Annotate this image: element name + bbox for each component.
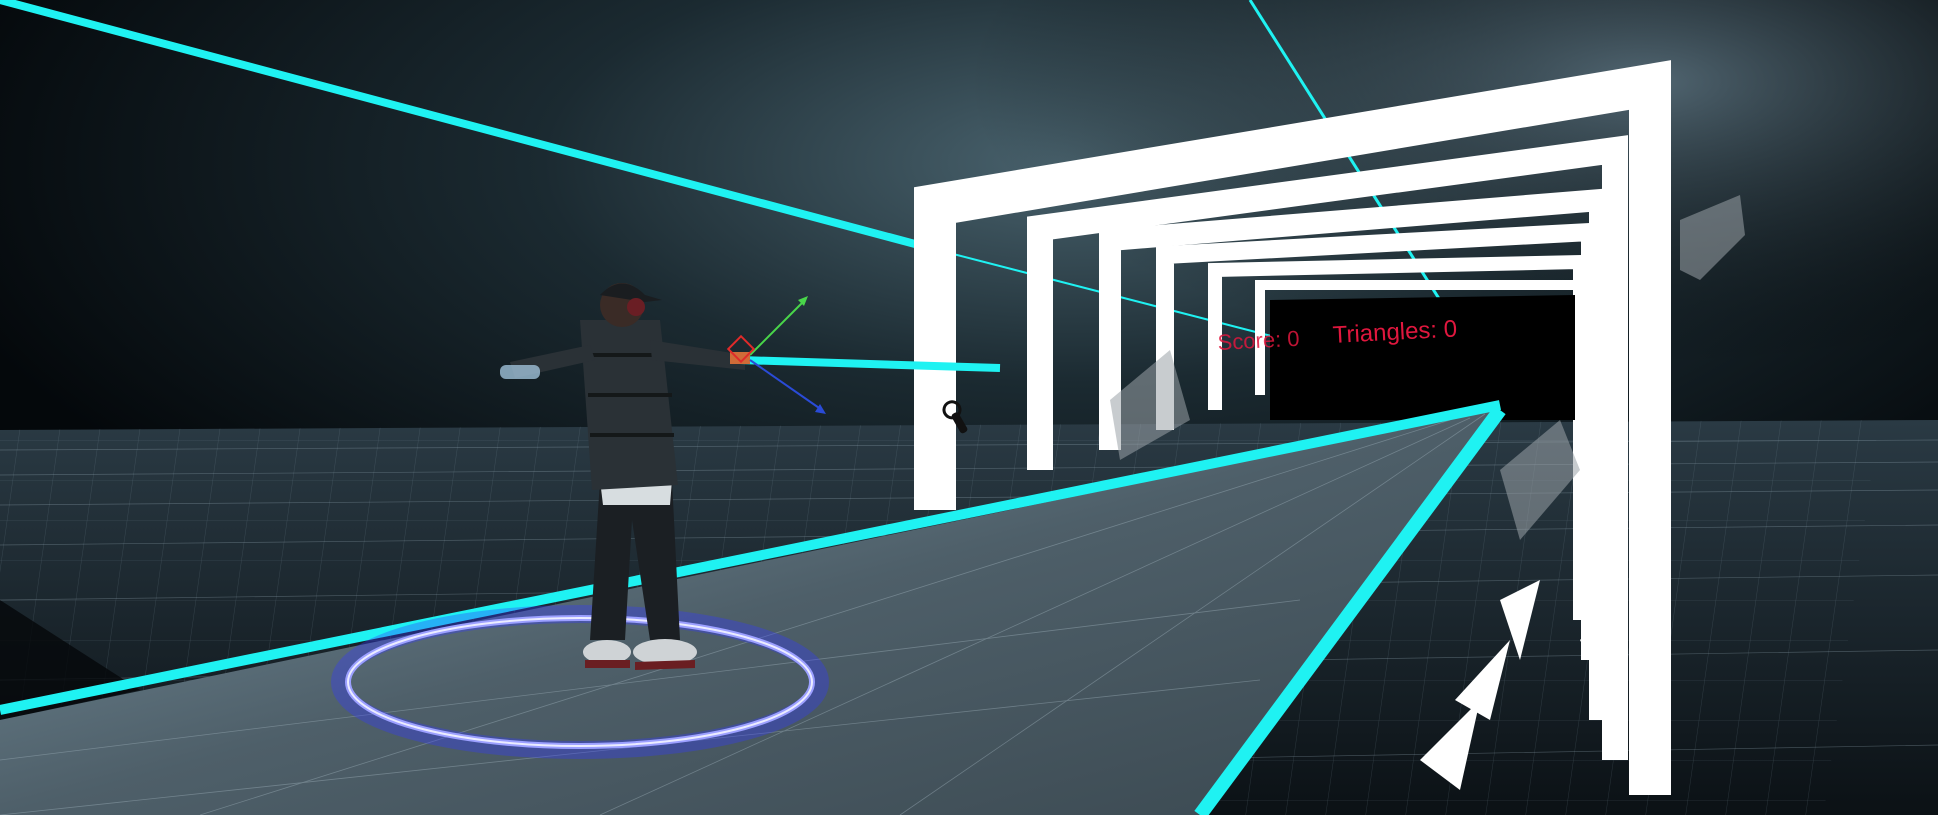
scene-canvas bbox=[0, 0, 1938, 815]
game-viewport[interactable]: Score: 0 Triangles: 0 bbox=[0, 0, 1938, 815]
score-label: Score: 0 bbox=[1217, 325, 1301, 355]
tunnel-interior bbox=[1270, 295, 1575, 420]
